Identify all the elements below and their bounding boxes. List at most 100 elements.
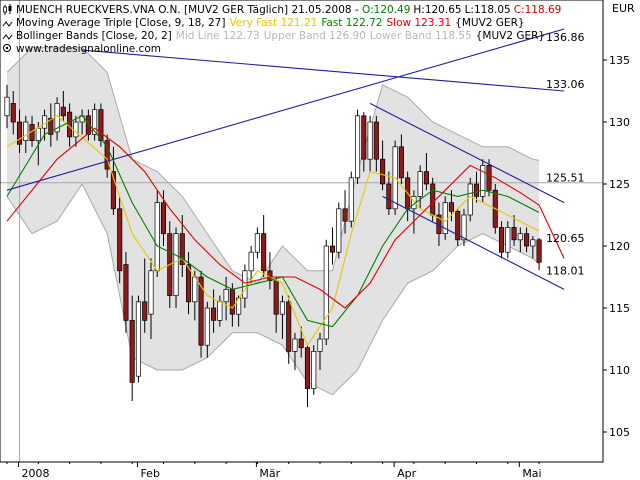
candle-body: [342, 208, 348, 222]
candle-body: [430, 183, 436, 216]
candle-body: [486, 165, 492, 191]
candle-body: [192, 276, 198, 303]
candle-body: [67, 111, 73, 138]
candle-body: [117, 208, 123, 272]
legend-line-1: MUENCH RUECKVERS.VNA O.N. [MUV2 GER Tägl…: [16, 4, 561, 16]
candle: [135, 295, 142, 383]
candle-body: [461, 214, 467, 241]
candle: [480, 159, 486, 203]
candle: [336, 202, 342, 259]
candle-body: [60, 106, 66, 117]
candle-body: [355, 115, 361, 179]
candle-body: [298, 338, 304, 349]
candle-body: [229, 289, 235, 315]
candle-body: [467, 183, 473, 216]
candle-body: [242, 270, 248, 299]
price-label: 120.65: [546, 232, 585, 245]
candle: [123, 252, 129, 333]
instrument-title: MUENCH RUECKVERS.VNA O.N. [MUV2 GER Tägl…: [16, 4, 352, 16]
y-tick-label: 110: [609, 364, 630, 377]
candle-body: [123, 264, 129, 321]
candle-body: [35, 127, 41, 141]
candle-body: [417, 171, 423, 197]
bb-lower: Lower Band 118.55: [370, 30, 472, 42]
candle-body: [386, 183, 392, 210]
candle-body: [211, 307, 217, 321]
x-tick-label: Apr: [397, 467, 417, 480]
candle: [173, 227, 179, 308]
candle-body: [448, 202, 455, 212]
candle-body: [530, 239, 536, 247]
candle-body: [16, 121, 23, 145]
legend-line-3: Bollinger Bands [Close, 20, 2] Mid Line 1…: [16, 30, 545, 42]
candle: [311, 345, 317, 395]
ma-fast: Fast 122.72: [321, 17, 382, 29]
candle-body: [142, 301, 148, 321]
x-tick-label: 2008: [22, 467, 50, 480]
candle-body: [204, 307, 210, 346]
candle-body: [261, 233, 267, 272]
ma-very-fast: Very Fast 121.21: [229, 17, 317, 29]
candle-body: [329, 245, 336, 253]
price-label: 125.51: [546, 172, 585, 185]
bb-mid: Mid Line 122.73: [176, 30, 260, 42]
price-label: 133.06: [546, 78, 585, 91]
ma-name: Moving Average Triple [Close, 9, 18, 27]: [16, 17, 225, 29]
candle-body: [311, 351, 317, 389]
candle-body: [536, 239, 542, 263]
website-credit: www.tradesignalonline.com: [16, 43, 161, 55]
close-value: C:118.69: [514, 4, 562, 16]
candle-body: [217, 301, 223, 321]
candle-body: [98, 109, 104, 141]
candle-body: [254, 233, 260, 253]
y-tick-label: 130: [609, 116, 630, 129]
candle-body: [148, 270, 154, 315]
candle-body: [154, 202, 160, 272]
candle-body: [273, 280, 279, 315]
high-value: H:120.65: [413, 4, 461, 16]
candle-body: [380, 158, 386, 185]
candle-body: [367, 121, 373, 160]
y-tick-label: 125: [609, 178, 630, 191]
candle-body: [73, 121, 79, 138]
chart: 136.86 133.06 125.51 120.65 118.01 MUENCH RU…: [0, 0, 640, 480]
candle-body: [517, 233, 523, 241]
candle-body: [511, 227, 517, 241]
currency-label: EUR: [612, 2, 635, 15]
candle-body: [135, 301, 142, 377]
ma-symbol: {MUV2 GER}: [455, 17, 524, 29]
candle-body: [423, 171, 429, 185]
candle-body: [473, 183, 480, 197]
candle-body: [361, 115, 367, 160]
bb-name: Bollinger Bands [Close, 20, 2]: [16, 30, 172, 42]
legend-line-2: Moving Average Triple [Close, 9, 18, 27]…: [16, 17, 525, 29]
candle-body: [292, 338, 298, 352]
y-tick-label: 115: [609, 302, 630, 315]
x-tick-label: Mär: [259, 467, 280, 480]
bb-upper: Upper Band 126.90: [264, 30, 366, 42]
candle-body: [10, 103, 16, 123]
candle-body: [524, 233, 530, 247]
candle: [117, 196, 123, 284]
candle-body: [248, 251, 254, 272]
candle-body: [398, 146, 404, 179]
price-label: 118.01: [546, 265, 585, 278]
ma-slow: Slow 123.31: [387, 17, 452, 29]
y-tick-label: 120: [609, 240, 630, 253]
candle: [348, 171, 354, 228]
low-value: L:118.05: [465, 4, 511, 16]
candle-body: [173, 233, 179, 296]
candle-body: [373, 121, 379, 160]
candle-body: [223, 289, 229, 303]
ohlc-prefix: -: [352, 4, 362, 16]
candle: [467, 177, 473, 222]
x-tick-label: Feb: [140, 467, 159, 480]
candle-body: [23, 121, 29, 141]
candle-body: [286, 301, 292, 352]
candle: [355, 109, 361, 184]
candle: [154, 190, 160, 277]
y-tick-label: 105: [609, 426, 630, 439]
open-value: O:120.49: [362, 4, 410, 16]
candle-body: [505, 227, 511, 253]
candle-body: [498, 227, 505, 253]
